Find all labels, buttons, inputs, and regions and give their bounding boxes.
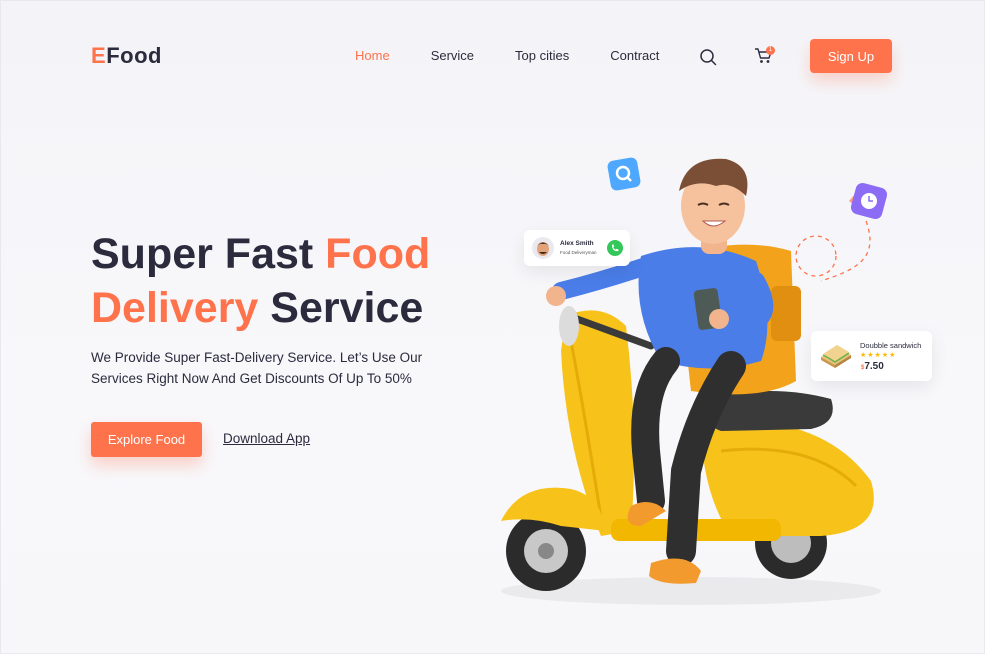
food-price: $7.50 <box>861 361 884 372</box>
explore-food-button[interactable]: Explore Food <box>91 422 202 457</box>
magnifier-badge-icon <box>607 157 641 191</box>
logo-letter: E <box>91 43 107 68</box>
brand-logo[interactable]: EFood <box>91 43 162 69</box>
nav-home[interactable]: Home <box>355 48 390 63</box>
headline-part1: Super Fast <box>91 230 326 278</box>
phone-icon[interactable] <box>607 240 623 256</box>
driver-role: Food Deliveryman <box>560 250 597 255</box>
driver-card: Alex Smith Food Deliveryman <box>524 230 630 266</box>
driver-avatar <box>532 237 554 259</box>
main-nav: Home Service Top cities Contract <box>355 48 700 63</box>
hero-headline: Super Fast Food Delivery Service <box>91 227 471 335</box>
landing-page: EFood Home Service Top cities Contract 1… <box>0 0 985 654</box>
headline-accent-delivery: Delivery <box>91 284 259 332</box>
food-card: Doubble sandwich ★★★★★ $7.50 <box>811 331 932 381</box>
cart-count-badge: 1 <box>766 46 775 55</box>
nav-service[interactable]: Service <box>431 48 474 63</box>
food-name: Doubble sandwich <box>860 341 922 350</box>
sandwich-image <box>821 345 851 368</box>
nav-top-cities[interactable]: Top cities <box>515 48 569 63</box>
search-icon[interactable] <box>699 48 717 66</box>
food-rating: ★★★★★ <box>860 352 897 359</box>
delivery-scooter-illustration <box>501 157 888 605</box>
download-app-link[interactable]: Download App <box>223 431 310 446</box>
headline-part2: Service <box>258 284 424 332</box>
price-value: 7.50 <box>864 361 884 372</box>
signup-button[interactable]: Sign Up <box>810 39 892 73</box>
headline-accent-food: Food <box>325 230 431 278</box>
hero-subtitle: We Provide Super Fast-Delivery Service. … <box>91 350 423 386</box>
clock-icon <box>849 182 888 220</box>
nav-contract[interactable]: Contract <box>610 48 659 63</box>
logo-text: Food <box>106 43 162 68</box>
driver-name: Alex Smith <box>560 240 594 247</box>
